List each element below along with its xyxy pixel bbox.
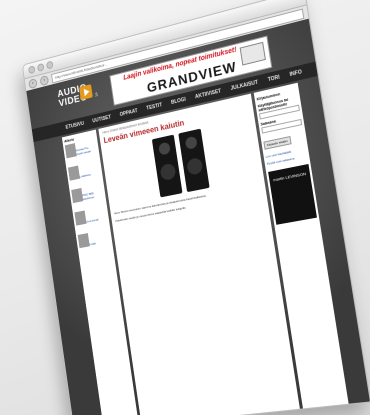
- list-item[interactable]: PMC BB5 kaiuttimet: [71, 184, 104, 207]
- logo-suffix: .fi: [94, 92, 98, 98]
- login-button[interactable]: Kirjaudu sisään: [263, 136, 291, 150]
- web-page: AUDIO VIDEO .fi Laajin valikoima, nopeat…: [26, 19, 370, 415]
- forward-icon[interactable]: ›: [40, 75, 50, 86]
- nav-info[interactable]: INFO: [289, 69, 302, 78]
- list-item[interactable]: Uusi trendi: [74, 206, 107, 229]
- thumbnail: [68, 165, 80, 180]
- nav-uutiset[interactable]: UUTISET: [92, 114, 111, 124]
- nav-etusivu[interactable]: ETUSIVU: [65, 121, 84, 131]
- play-icon: [79, 84, 93, 100]
- nav-oppaat[interactable]: OPPAAT: [119, 108, 138, 118]
- nav-testit[interactable]: TESTIT: [146, 102, 162, 111]
- thumbnail: [65, 143, 77, 158]
- minimize-icon[interactable]: [37, 63, 45, 72]
- back-icon[interactable]: ‹: [28, 78, 37, 89]
- window-controls: [28, 60, 54, 74]
- speaker-icon: [178, 129, 209, 193]
- list-item[interactable]: Lisää: [78, 229, 111, 252]
- maximize-icon[interactable]: [46, 60, 54, 69]
- sidebar-ad[interactable]: martin LEVINSON: [268, 164, 317, 225]
- list-item[interactable]: Lisätietoa: [68, 161, 101, 184]
- nav-aktiiviset[interactable]: AKTIIVISET: [195, 88, 222, 100]
- thumbnail: [71, 188, 83, 203]
- nav-tori[interactable]: TORI: [267, 74, 280, 83]
- stage: ‹ › http://www.hifi-lehti.fi/audiovideo/…: [0, 0, 370, 415]
- thumbnail: [78, 233, 90, 248]
- close-icon[interactable]: [28, 65, 36, 74]
- page-content: Alkeis Kuinka Pro Audio kaiutin Lisätiet…: [62, 83, 349, 415]
- thumbnail: [74, 210, 86, 225]
- browser-window: ‹ › http://www.hifi-lehti.fi/audiovideo/…: [22, 0, 370, 415]
- projector-screen-icon: [240, 42, 266, 66]
- nav-blogi[interactable]: BLOGI: [171, 97, 186, 106]
- nav-julkaisut[interactable]: JULKAISUT: [230, 80, 258, 92]
- speaker-icon: [151, 135, 182, 198]
